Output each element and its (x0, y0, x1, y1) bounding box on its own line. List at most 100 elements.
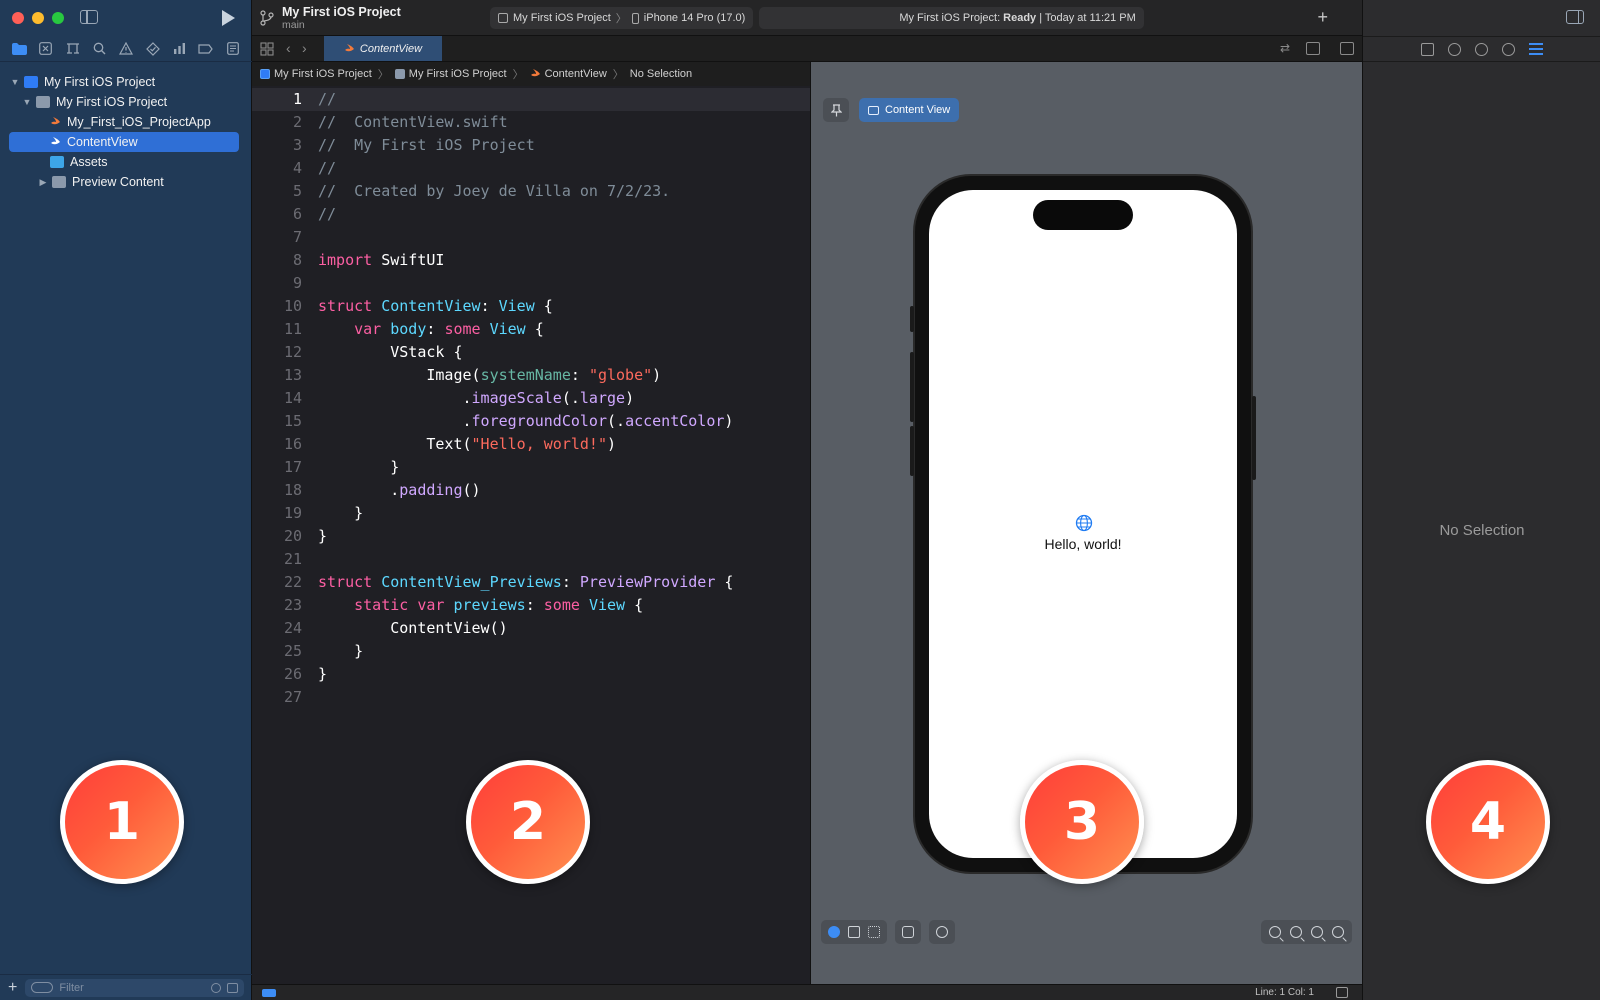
modified-files-icon[interactable] (227, 982, 238, 993)
tree-item-preview-content[interactable]: ▶ Preview Content (38, 172, 240, 192)
code-line[interactable]: struct ContentView: View { (318, 295, 733, 318)
zoom-actual-size-icon[interactable] (1290, 926, 1302, 938)
selectable-mode-icon[interactable] (848, 926, 860, 938)
line-number[interactable]: 20 (252, 525, 308, 548)
code-line[interactable]: Text("Hello, world!") (318, 433, 733, 456)
code-line[interactable] (318, 548, 733, 571)
sidebar-toggle-icon[interactable] (80, 10, 98, 24)
code-line[interactable]: .padding() (318, 479, 733, 502)
related-items-icon[interactable] (260, 42, 274, 56)
line-number[interactable]: 15 (252, 410, 308, 433)
code-line[interactable]: import SwiftUI (318, 249, 733, 272)
breadcrumb-file[interactable]: ContentView (545, 68, 607, 80)
tab-contentview[interactable]: ContentView (324, 36, 442, 61)
accessibility-inspector-icon[interactable] (1502, 42, 1515, 56)
filter-input[interactable]: Filter (25, 978, 244, 997)
code-line[interactable]: } (318, 502, 733, 525)
code-line[interactable]: // ContentView.swift (318, 111, 733, 134)
scheme-selector[interactable]: My First iOS Project 〉 iPhone 14 Pro (17… (490, 7, 754, 29)
line-number[interactable]: 5 (252, 180, 308, 203)
line-number[interactable]: 17 (252, 456, 308, 479)
code-text[interactable]: // // ContentView.swift // My First iOS Pr… (318, 88, 733, 709)
code-line[interactable]: .foregroundColor(.accentColor) (318, 410, 733, 433)
line-number[interactable]: 6 (252, 203, 308, 226)
line-number[interactable]: 4 (252, 157, 308, 180)
line-number[interactable]: 1 (252, 88, 308, 111)
tree-item-app-file[interactable]: My_First_iOS_ProjectApp (38, 112, 240, 132)
code-line[interactable]: // (318, 88, 733, 111)
line-number[interactable]: 27 (252, 686, 308, 709)
code-line[interactable]: static var previews: some View { (318, 594, 733, 617)
breadcrumb-selection[interactable]: No Selection (630, 68, 692, 80)
code-line[interactable]: ContentView() (318, 617, 733, 640)
tree-item-contentview[interactable]: ContentView (9, 132, 239, 152)
history-inspector-icon[interactable] (1448, 42, 1461, 56)
line-number[interactable]: 2 (252, 111, 308, 134)
zoom-out-icon[interactable] (1269, 926, 1281, 938)
breadcrumb-group[interactable]: My First iOS Project (409, 68, 507, 80)
device-settings-button[interactable] (895, 920, 921, 944)
device-screen[interactable]: Hello, world! (929, 190, 1237, 858)
debug-area-indicator[interactable] (262, 989, 276, 997)
tree-item-assets[interactable]: Assets (38, 152, 240, 172)
pin-preview-button[interactable] (823, 98, 849, 122)
line-number[interactable]: 19 (252, 502, 308, 525)
symbol-icon[interactable] (65, 41, 81, 57)
tree-item-group[interactable]: ▼ My First iOS Project (22, 92, 240, 112)
line-number[interactable]: 18 (252, 479, 308, 502)
test-icon[interactable] (145, 41, 161, 57)
line-number[interactable]: 13 (252, 364, 308, 387)
variants-grid-icon[interactable] (868, 926, 880, 938)
code-line[interactable] (318, 272, 733, 295)
folder-icon[interactable] (11, 41, 27, 57)
run-button[interactable] (220, 9, 236, 27)
search-icon[interactable] (91, 41, 107, 57)
code-line[interactable]: } (318, 525, 733, 548)
inspector-toggle-icon[interactable] (1566, 10, 1584, 24)
quick-help-icon[interactable] (1475, 42, 1488, 56)
code-line[interactable]: VStack { (318, 341, 733, 364)
code-line[interactable] (318, 686, 733, 709)
chevron-down-icon[interactable]: ▼ (10, 77, 20, 87)
code-line[interactable]: // Created by Joey de Villa on 7/2/23. (318, 180, 733, 203)
file-inspector-icon[interactable] (1421, 42, 1434, 56)
filter-options-icon[interactable] (31, 982, 54, 993)
close-window-button[interactable] (12, 12, 24, 24)
line-number[interactable]: 25 (252, 640, 308, 663)
line-number[interactable]: 11 (252, 318, 308, 341)
editor-options-icon[interactable] (1306, 42, 1320, 55)
live-preview-icon[interactable] (828, 926, 840, 938)
line-number[interactable]: 24 (252, 617, 308, 640)
source-control-icon[interactable] (38, 41, 54, 57)
code-line[interactable]: } (318, 456, 733, 479)
line-number[interactable]: 12 (252, 341, 308, 364)
code-line[interactable]: .imageScale(.large) (318, 387, 733, 410)
line-number[interactable]: 3 (252, 134, 308, 157)
code-line[interactable]: struct ContentView_Previews: PreviewProv… (318, 571, 733, 594)
code-line[interactable]: var body: some View { (318, 318, 733, 341)
swap-icon[interactable]: ⇄ (1280, 42, 1294, 55)
tree-item-project[interactable]: ▼ My First iOS Project (10, 72, 240, 92)
code-line[interactable]: } (318, 640, 733, 663)
zoom-in-icon[interactable] (1332, 926, 1344, 938)
split-editor-icon[interactable] (1340, 42, 1354, 55)
code-line[interactable] (318, 226, 733, 249)
breakpoint-icon[interactable] (198, 41, 214, 57)
scheme-device[interactable]: iPhone 14 Pro (17.0) (644, 12, 746, 24)
line-number[interactable]: 16 (252, 433, 308, 456)
line-number[interactable]: 26 (252, 663, 308, 686)
zoom-to-fit-icon[interactable] (1311, 926, 1323, 938)
report-icon[interactable] (225, 41, 241, 57)
breadcrumb-project[interactable]: My First iOS Project (274, 68, 372, 80)
branch-icon[interactable] (260, 10, 274, 26)
line-number[interactable]: 21 (252, 548, 308, 571)
line-number[interactable]: 14 (252, 387, 308, 410)
code-line[interactable]: // My First iOS Project (318, 134, 733, 157)
chevron-right-icon[interactable]: ▶ (38, 177, 48, 188)
chevron-down-icon[interactable]: ▼ (22, 97, 32, 107)
issue-icon[interactable] (118, 41, 134, 57)
code-line[interactable]: Image(systemName: "globe") (318, 364, 733, 387)
code-line[interactable]: } (318, 663, 733, 686)
add-icon[interactable]: + (1317, 8, 1328, 26)
line-number[interactable]: 22 (252, 571, 308, 594)
